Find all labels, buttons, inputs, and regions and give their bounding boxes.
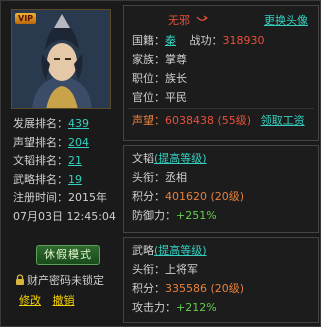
nation-row: 国籍：秦 战功：318930	[132, 34, 265, 47]
ranking-list: 发展排名：439 声望排名：204 文韬排名：21 武略排名：19 注册时间：2…	[13, 115, 125, 227]
wentao-title: 文韬	[132, 152, 154, 165]
wentao-panel: 文韬(提高等级) 头衔：丞相 积分：401620 (20级) 防御力：+251%	[123, 145, 319, 233]
prestige-value: 6038438 (55级)	[165, 114, 252, 127]
position-row: 职位：族长	[132, 72, 187, 85]
wulue-panel: 武略(提高等级) 头衔：上将军 积分：335586 (20级) 攻击力：+212…	[123, 237, 319, 323]
wentao-defense-row: 防御力：+251%	[132, 209, 217, 222]
cancel-password-link[interactable]: 撤销	[53, 294, 75, 307]
modify-password-link[interactable]: 修改	[19, 294, 41, 307]
development-rank-link[interactable]: 439	[68, 117, 89, 130]
wulue-upgrade-link[interactable]: (提高等级)	[154, 244, 207, 257]
prestige-rank-link[interactable]: 204	[68, 136, 89, 149]
vacation-mode-button[interactable]: 休假模式	[36, 245, 100, 265]
general-portrait-image	[12, 10, 110, 108]
player-profile-window: VIP 发展排名：439 声望排名：204 文韬排名：21 武略排名：19 注册…	[0, 0, 321, 327]
stat-wulue-rank: 武略排名：19	[13, 172, 82, 186]
rank-value: 平民	[165, 91, 187, 104]
wulue-attack-row: 攻击力：+212%	[132, 301, 217, 314]
property-lock-text: 财产密码未锁定	[27, 274, 104, 287]
stat-development-rank: 发展排名：439	[13, 117, 89, 130]
vip-badge: VIP	[15, 13, 37, 24]
wulue-points-value: 335586 (20级)	[165, 282, 245, 295]
player-name-row: 无邪	[168, 12, 208, 30]
position-value: 族长	[165, 72, 187, 85]
battle-merit-value: 318930	[222, 34, 265, 47]
wulue-points-row: 积分：335586 (20级)	[132, 282, 245, 295]
rank-row: 官位：平民	[132, 91, 187, 104]
prestige-row: 声望：6038438 (55级) 领取工资	[132, 114, 305, 127]
wentao-rank-link[interactable]: 21	[68, 154, 82, 167]
wulue-title-row: 头衔：上将军	[132, 263, 198, 276]
collect-salary-link[interactable]: 领取工资	[261, 114, 305, 127]
player-name: 无邪	[168, 14, 190, 27]
wentao-title-row: 头衔：丞相	[132, 171, 187, 184]
change-avatar-row: 更换头像	[264, 12, 308, 30]
left-column: VIP 发展排名：439 声望排名：204 文韬排名：21 武略排名：19 注册…	[5, 5, 121, 324]
wulue-header: 武略(提高等级)	[132, 242, 207, 260]
stat-wentao-rank: 文韬排名：21	[13, 154, 82, 168]
stat-register-time: 注册时间：2015年	[13, 191, 107, 205]
wulue-rank-link[interactable]: 19	[68, 173, 82, 186]
wentao-points-value: 401620 (20级)	[165, 190, 245, 203]
wentao-header: 文韬(提高等级)	[132, 150, 207, 168]
wulue-title: 武略	[132, 244, 154, 257]
divider	[128, 108, 314, 109]
lock-actions: 修改 撤销	[19, 292, 83, 310]
general-portrait: VIP	[11, 9, 111, 109]
arrow-icon	[196, 15, 208, 21]
change-avatar-link[interactable]: 更换头像	[264, 14, 308, 27]
nation-link[interactable]: 秦	[165, 34, 176, 47]
wentao-upgrade-link[interactable]: (提高等级)	[154, 152, 207, 165]
family-row: 家族：掌尊	[132, 53, 187, 66]
attack-value: +212%	[176, 301, 217, 314]
player-info-panel: 无邪 更换头像 国籍：秦 战功：318930 家族：掌尊 职位：族长 官位：平民…	[123, 5, 319, 141]
wentao-points-row: 积分：401620 (20级)	[132, 190, 245, 203]
wentao-title-value: 丞相	[165, 171, 187, 184]
stat-prestige-rank: 声望排名：204	[13, 135, 89, 149]
wulue-title-value: 上将军	[165, 263, 198, 276]
family-value: 掌尊	[165, 53, 187, 66]
property-lock-status: 财产密码未锁定	[15, 272, 127, 290]
defense-value: +251%	[176, 209, 217, 222]
lock-icon	[16, 274, 24, 285]
stat-register-date: 07月03日 12:45:04	[13, 209, 116, 223]
